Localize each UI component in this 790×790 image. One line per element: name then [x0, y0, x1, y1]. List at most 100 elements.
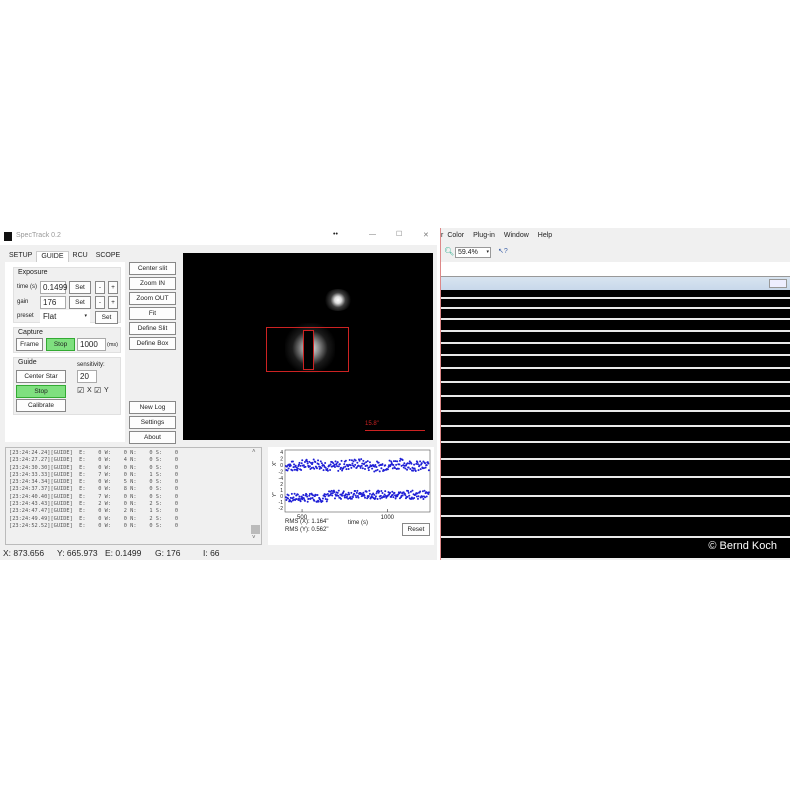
- y-error-point: [419, 490, 422, 493]
- guide-stop-button[interactable]: Stop: [16, 385, 66, 398]
- y-error-point: [389, 491, 392, 494]
- preset-set-button[interactable]: Set: [95, 311, 118, 324]
- y-error-point: [394, 497, 397, 500]
- x-error-point: [315, 467, 318, 470]
- center-star-button[interactable]: Center Star: [16, 370, 66, 383]
- menu-plug-in[interactable]: Plug-in: [473, 232, 495, 244]
- spectrum-line: [441, 425, 790, 427]
- x-error-point: [354, 463, 357, 466]
- x-error-point: [300, 469, 303, 472]
- tab-setup[interactable]: SETUP: [5, 251, 36, 262]
- tab-guide[interactable]: GUIDE: [36, 251, 69, 262]
- menu-help[interactable]: Help: [538, 232, 552, 244]
- x-error-point: [380, 467, 383, 470]
- spectrum-line: [441, 342, 790, 344]
- y-error-point: [391, 493, 394, 496]
- camera-view[interactable]: 15.8": [183, 253, 433, 440]
- close-button[interactable]: ✕: [423, 231, 429, 239]
- side-button-zoom-out[interactable]: Zoom OUT: [129, 292, 176, 305]
- x-error-point: [401, 458, 404, 461]
- sensitivity-input[interactable]: 20: [77, 370, 97, 383]
- gain-set-button[interactable]: Set: [69, 296, 91, 309]
- interval-input[interactable]: 1000: [77, 338, 106, 351]
- sensitivity-label: sensitivity:: [77, 362, 105, 368]
- menu-color[interactable]: Color: [447, 232, 464, 244]
- side-button-zoom-in[interactable]: Zoom IN: [129, 277, 176, 290]
- y-error-point: [333, 491, 336, 494]
- capture-stop-button[interactable]: Stop: [46, 338, 75, 351]
- y-checkbox[interactable]: ☑: [94, 386, 101, 395]
- x-error-point: [324, 466, 327, 469]
- y-error-point: [302, 497, 305, 500]
- x-error-point: [377, 461, 380, 464]
- guide-log[interactable]: [23:24:24.24][GUIDE] E: 0 W: 0 N: 0 S: 0…: [5, 447, 262, 545]
- tab-bar: SETUP GUIDE RCU SCOPE: [5, 251, 124, 262]
- y-error-point: [290, 492, 293, 495]
- scroll-thumb[interactable]: [251, 525, 260, 534]
- x-error-point: [289, 464, 292, 467]
- tab-scope[interactable]: SCOPE: [92, 251, 125, 262]
- frame-button[interactable]: Frame: [16, 338, 43, 351]
- x-checkbox[interactable]: ☑: [77, 386, 84, 395]
- zoom-icon[interactable]: 🔍︎: [444, 247, 454, 256]
- x-error-point: [339, 466, 342, 469]
- x-error-point: [305, 458, 308, 461]
- minimize-button[interactable]: —: [369, 231, 376, 238]
- y-error-point: [306, 495, 309, 498]
- x-error-point: [384, 464, 387, 467]
- x-error-point: [392, 463, 395, 466]
- help-pointer-icon[interactable]: ↖?: [498, 247, 508, 255]
- y-error-point: [374, 497, 377, 500]
- side-button-center-slit[interactable]: Center slit: [129, 262, 176, 275]
- gain-input[interactable]: 176: [40, 296, 66, 309]
- y-error-point: [308, 494, 311, 497]
- gain-minus-button[interactable]: -: [95, 296, 105, 309]
- dropdown-arrow-icon: ▾: [486, 249, 489, 255]
- x-error-point: [326, 469, 329, 472]
- y-error-point: [411, 489, 414, 492]
- time-plus-button[interactable]: +: [108, 281, 118, 294]
- time-set-button[interactable]: Set: [69, 281, 91, 294]
- y-error-point: [333, 497, 336, 500]
- side-button-settings[interactable]: Settings: [129, 416, 176, 429]
- reset-button[interactable]: Reset: [402, 523, 430, 536]
- maximize-button[interactable]: ☐: [396, 230, 402, 238]
- x-error-point: [336, 461, 339, 464]
- x-error-point: [351, 462, 354, 465]
- y-error-point: [384, 490, 387, 493]
- x-error-point: [322, 469, 325, 472]
- x-error-point: [365, 461, 368, 464]
- x-error-point: [314, 461, 317, 464]
- menu-window[interactable]: Window: [504, 232, 529, 244]
- side-button-fit[interactable]: Fit: [129, 307, 176, 320]
- doc-minimize-button[interactable]: [769, 279, 787, 288]
- side-button-new-log[interactable]: New Log: [129, 401, 176, 414]
- x-error-tick: 4: [280, 450, 283, 456]
- preset-select[interactable]: Flat ▾: [40, 310, 90, 323]
- tab-rcu[interactable]: RCU: [69, 251, 92, 262]
- title-bar: SpecTrack 0.2 •• — ☐ ✕: [0, 228, 437, 245]
- time-input[interactable]: 0.1499: [40, 281, 67, 294]
- x-error-point: [414, 469, 417, 472]
- log-line: [23:24:30.30][GUIDE] E: 0 W: 0 N: 0 S: 0: [9, 464, 179, 471]
- slit-marker[interactable]: [303, 330, 314, 370]
- y-error-point: [287, 497, 290, 500]
- log-line: [23:24:34.34][GUIDE] E: 0 W: 5 N: 0 S: 0: [9, 479, 179, 486]
- scroll-up-icon[interactable]: ˄: [252, 449, 256, 455]
- log-scrollbar[interactable]: ˄ ˅: [250, 448, 261, 544]
- time-minus-button[interactable]: -: [95, 281, 105, 294]
- y-error-point: [379, 494, 382, 497]
- calibrate-button[interactable]: Calibrate: [16, 399, 66, 412]
- side-button-define-box[interactable]: Define Box: [129, 337, 176, 350]
- y-error-point: [355, 496, 358, 499]
- scroll-down-icon[interactable]: ˅: [252, 535, 256, 541]
- x-error-point: [329, 469, 332, 472]
- side-button-about[interactable]: About: [129, 431, 176, 444]
- side-button-define-slit[interactable]: Define Slit: [129, 322, 176, 335]
- zoom-select[interactable]: 59.4% ▾: [455, 247, 491, 258]
- gain-label: gain: [17, 299, 29, 305]
- spectrum-line: [441, 441, 790, 443]
- y-error-point: [355, 491, 358, 494]
- gain-plus-button[interactable]: +: [108, 296, 118, 309]
- menu-r[interactable]: r: [441, 232, 443, 244]
